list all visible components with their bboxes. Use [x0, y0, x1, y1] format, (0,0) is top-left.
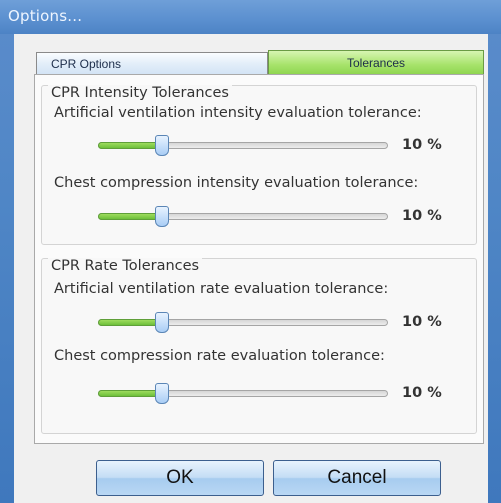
dialog-client-area: CPR Options Tolerances CPR Intensity Tol… — [14, 34, 488, 503]
ventilation-rate-label: Artificial ventilation rate evaluation t… — [54, 281, 389, 297]
cpr-intensity-tolerances-group: CPR Intensity Tolerances Artificial vent… — [41, 85, 477, 245]
slider-thumb[interactable] — [155, 383, 169, 404]
window-title: Options... — [8, 7, 83, 25]
ok-button[interactable]: OK — [96, 460, 264, 496]
ventilation-intensity-slider[interactable] — [98, 135, 388, 156]
ventilation-rate-value: 10 % — [402, 314, 442, 330]
tab-tolerances[interactable]: Tolerances — [268, 50, 484, 74]
slider-thumb[interactable] — [155, 312, 169, 333]
ventilation-intensity-value: 10 % — [402, 137, 442, 153]
title-bar[interactable]: Options... — [0, 0, 501, 34]
group-title: CPR Rate Tolerances — [48, 258, 203, 274]
tab-cpr-options[interactable]: CPR Options — [36, 52, 268, 74]
compression-intensity-slider[interactable] — [98, 206, 388, 227]
slider-thumb[interactable] — [155, 206, 169, 227]
cpr-rate-tolerances-group: CPR Rate Tolerances Artificial ventilati… — [41, 258, 477, 434]
compression-rate-slider[interactable] — [98, 383, 388, 404]
cancel-button[interactable]: Cancel — [273, 460, 441, 496]
options-window: Options... CPR Options Tolerances CPR In… — [0, 0, 501, 503]
slider-thumb[interactable] — [155, 135, 169, 156]
compression-rate-value: 10 % — [402, 385, 442, 401]
tab-tolerances-label: Tolerances — [346, 56, 406, 70]
compression-intensity-label: Chest compression intensity evaluation t… — [54, 175, 419, 191]
group-title: CPR Intensity Tolerances — [48, 85, 232, 101]
compression-rate-label: Chest compression rate evaluation tolera… — [54, 348, 385, 364]
ventilation-rate-slider[interactable] — [98, 312, 388, 333]
tolerances-panel: CPR Intensity Tolerances Artificial vent… — [34, 74, 484, 444]
tab-cpr-options-label: CPR Options — [51, 57, 122, 71]
compression-intensity-value: 10 % — [402, 208, 442, 224]
ventilation-intensity-label: Artificial ventilation intensity evaluat… — [54, 105, 422, 121]
